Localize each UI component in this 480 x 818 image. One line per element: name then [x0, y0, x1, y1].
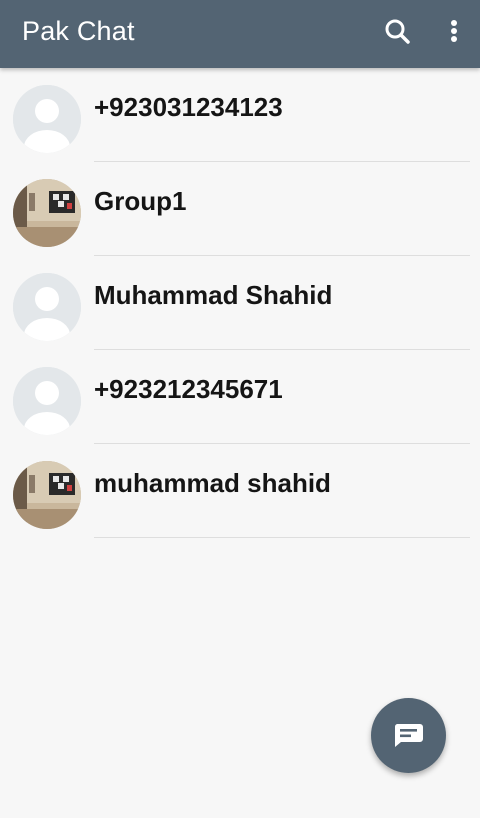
new-message-icon [394, 724, 423, 747]
app-title: Pak Chat [22, 16, 135, 46]
overflow-menu-button[interactable] [440, 14, 468, 50]
search-button[interactable] [380, 14, 416, 50]
photo-avatar [13, 461, 81, 529]
app-bar: Pak Chat [0, 0, 480, 68]
chat-list: +923031234123 Group1 Muhammad Shahid +92… [0, 68, 480, 538]
chat-item[interactable]: Muhammad Shahid [0, 256, 480, 350]
new-message-button[interactable] [371, 698, 446, 773]
chat-item[interactable]: muhammad shahid [0, 444, 480, 538]
default-avatar-icon [13, 367, 81, 435]
chat-name: +923212345671 [94, 374, 283, 404]
chat-name: +923031234123 [94, 92, 283, 122]
default-avatar-icon [13, 85, 81, 153]
chat-name: muhammad shahid [94, 468, 331, 498]
chat-name: Group1 [94, 186, 187, 216]
search-icon [385, 19, 410, 44]
photo-avatar [13, 179, 81, 247]
chat-name: Muhammad Shahid [94, 280, 333, 310]
divider [94, 537, 470, 538]
chat-item[interactable]: +923031234123 [0, 68, 480, 162]
chat-item[interactable]: Group1 [0, 162, 480, 256]
more-vert-icon [451, 20, 457, 42]
default-avatar-icon [13, 273, 81, 341]
chat-item[interactable]: +923212345671 [0, 350, 480, 444]
